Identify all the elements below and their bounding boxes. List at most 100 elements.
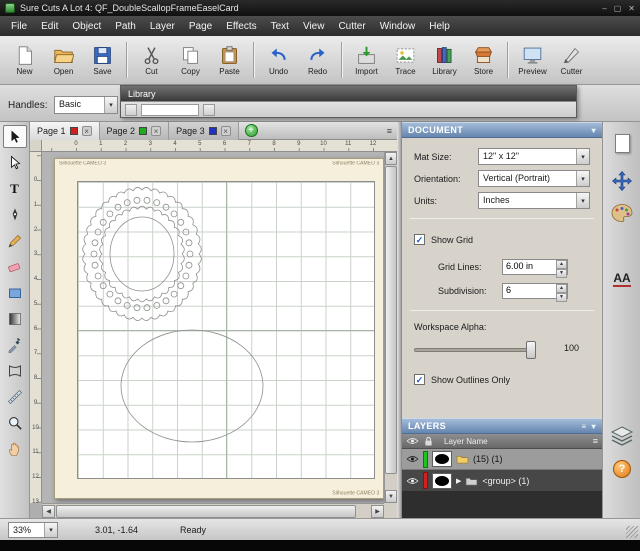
workspace-alpha-slider[interactable] bbox=[414, 348, 534, 352]
gradient-tool[interactable] bbox=[3, 307, 27, 330]
slider-handle[interactable] bbox=[526, 341, 536, 359]
menu-item[interactable]: Object bbox=[65, 18, 108, 35]
vertical-scroll-thumb[interactable] bbox=[385, 166, 397, 474]
help-button[interactable]: ? bbox=[603, 460, 640, 478]
page-color-chip[interactable] bbox=[69, 126, 78, 135]
layers-menu-icon[interactable]: ≡ bbox=[593, 436, 598, 446]
vertical-scrollbar[interactable]: ▲ ▼ bbox=[384, 152, 397, 503]
layers-panel-header[interactable]: LAYERS ≡ ▾ bbox=[402, 418, 602, 434]
scroll-right-icon[interactable]: ▶ bbox=[371, 505, 384, 518]
grid-lines-stepper[interactable]: 6.00 in ▲ ▼ bbox=[502, 259, 568, 278]
layer-color-bar[interactable] bbox=[423, 472, 428, 489]
expander-icon[interactable]: ▶ bbox=[456, 477, 461, 485]
measure-tool[interactable] bbox=[3, 385, 27, 408]
page-color-chip[interactable] bbox=[208, 126, 217, 135]
document-panel-button[interactable] bbox=[603, 134, 640, 153]
show-grid-checkbox[interactable]: ✓ bbox=[414, 234, 425, 245]
selection-tool[interactable] bbox=[2, 125, 27, 148]
redo-button[interactable]: Redo bbox=[298, 38, 337, 82]
resize-grip[interactable] bbox=[626, 526, 638, 538]
subdivision-stepper[interactable]: 6 ▲ ▼ bbox=[502, 283, 568, 302]
type-tool[interactable]: T bbox=[3, 177, 27, 200]
fill-stroke-panel-button[interactable] bbox=[603, 202, 640, 226]
panel-menu-icon[interactable]: ≡ bbox=[582, 422, 587, 431]
mat-size-select[interactable]: 12" x 12" ▾ bbox=[478, 148, 590, 165]
tab-page-2[interactable]: Page 2 × bbox=[99, 121, 170, 140]
eye-icon[interactable] bbox=[406, 437, 419, 445]
library-search-field[interactable] bbox=[141, 103, 199, 116]
menu-item[interactable]: Text bbox=[264, 18, 296, 35]
library-tool-button[interactable] bbox=[125, 103, 137, 116]
eraser-tool[interactable] bbox=[3, 255, 27, 278]
spin-up-icon[interactable]: ▲ bbox=[556, 284, 567, 293]
menu-item[interactable]: Cutter bbox=[331, 18, 372, 35]
tab-page-3[interactable]: Page 3 × bbox=[169, 121, 239, 140]
horizontal-scroll-thumb[interactable] bbox=[56, 505, 356, 518]
transform-panel-button[interactable] bbox=[603, 170, 640, 194]
copy-button[interactable]: Copy bbox=[171, 38, 210, 82]
tab-page-1[interactable]: Page 1 × bbox=[30, 121, 100, 140]
node-edit-tool[interactable] bbox=[3, 151, 27, 174]
pencil-tool[interactable] bbox=[3, 229, 27, 252]
eyedropper-tool[interactable] bbox=[3, 333, 27, 356]
document-panel-header[interactable]: DOCUMENT ▾ bbox=[402, 122, 602, 138]
pan-tool[interactable] bbox=[3, 437, 27, 460]
scroll-left-icon[interactable]: ◀ bbox=[42, 505, 55, 518]
pen-tool[interactable] bbox=[3, 203, 27, 226]
cutter-button[interactable]: Cutter bbox=[552, 38, 591, 82]
handles-select[interactable]: Basic ▾ bbox=[54, 96, 118, 114]
eye-icon[interactable] bbox=[406, 477, 419, 485]
import-button[interactable]: Import bbox=[347, 38, 386, 82]
menu-item[interactable]: Edit bbox=[34, 18, 65, 35]
design-shapes[interactable] bbox=[78, 182, 376, 480]
title-bar[interactable]: Sure Cuts A Lot 4: QF_DoubleScallopFrame… bbox=[0, 0, 640, 16]
trace-button[interactable]: Trace bbox=[386, 38, 425, 82]
tab-close-icon[interactable]: × bbox=[151, 125, 162, 136]
text-panel-button[interactable]: AA bbox=[603, 272, 640, 287]
paste-button[interactable]: Paste bbox=[210, 38, 249, 82]
mat-grid[interactable] bbox=[77, 181, 375, 479]
scroll-down-icon[interactable]: ▼ bbox=[385, 490, 397, 503]
maximize-button[interactable]: ▢ bbox=[614, 4, 622, 13]
lock-icon[interactable] bbox=[424, 436, 433, 447]
eye-icon[interactable] bbox=[406, 455, 419, 463]
menu-item[interactable]: File bbox=[4, 18, 34, 35]
minimize-button[interactable]: – bbox=[602, 4, 606, 13]
close-button[interactable]: ✕ bbox=[628, 4, 635, 13]
store-button[interactable]: Store bbox=[464, 38, 503, 82]
menu-item[interactable]: Effects bbox=[219, 18, 263, 35]
menu-item[interactable]: Path bbox=[108, 18, 143, 35]
panel-collapse-icon[interactable]: ▾ bbox=[592, 126, 596, 135]
cutting-mat[interactable]: Silhouette CAMEO 3 Silhouette CAMEO 3 Si… bbox=[54, 158, 384, 499]
units-select[interactable]: Inches ▾ bbox=[478, 192, 590, 209]
show-outlines-checkbox[interactable]: ✓ bbox=[414, 374, 425, 385]
new-button[interactable]: New bbox=[5, 38, 44, 82]
spin-down-icon[interactable]: ▼ bbox=[556, 293, 567, 302]
scroll-up-icon[interactable]: ▲ bbox=[385, 152, 397, 165]
open-button[interactable]: Open bbox=[44, 38, 83, 82]
spin-up-icon[interactable]: ▲ bbox=[556, 260, 567, 269]
save-button[interactable]: Save bbox=[83, 38, 122, 82]
tab-menu-icon[interactable]: ≡ bbox=[387, 126, 392, 136]
layers-panel-button[interactable] bbox=[603, 424, 640, 448]
library-menu-button[interactable] bbox=[203, 103, 215, 116]
menu-item[interactable]: View bbox=[296, 18, 332, 35]
preview-button[interactable]: Preview bbox=[513, 38, 552, 82]
menu-item[interactable]: Window bbox=[373, 18, 423, 35]
zoom-select[interactable]: 33% ▾ bbox=[8, 522, 58, 538]
layer-color-bar[interactable] bbox=[423, 450, 428, 468]
shapes-tool[interactable] bbox=[3, 281, 27, 304]
layer-row[interactable]: (15) (1) bbox=[402, 449, 602, 470]
library-button[interactable]: Library bbox=[425, 38, 464, 82]
undo-button[interactable]: Undo bbox=[259, 38, 298, 82]
panel-collapse-icon[interactable]: ▾ bbox=[592, 422, 596, 431]
cut-button[interactable]: Cut bbox=[132, 38, 171, 82]
page-color-chip[interactable] bbox=[139, 126, 148, 135]
spin-down-icon[interactable]: ▼ bbox=[556, 269, 567, 278]
zoom-tool[interactable] bbox=[3, 411, 27, 434]
orientation-select[interactable]: Vertical (Portrait) ▾ bbox=[478, 170, 590, 187]
menu-item[interactable]: Help bbox=[422, 18, 457, 35]
menu-item[interactable]: Layer bbox=[143, 18, 182, 35]
menu-item[interactable]: Page bbox=[182, 18, 219, 35]
add-page-button[interactable]: + bbox=[244, 124, 258, 137]
